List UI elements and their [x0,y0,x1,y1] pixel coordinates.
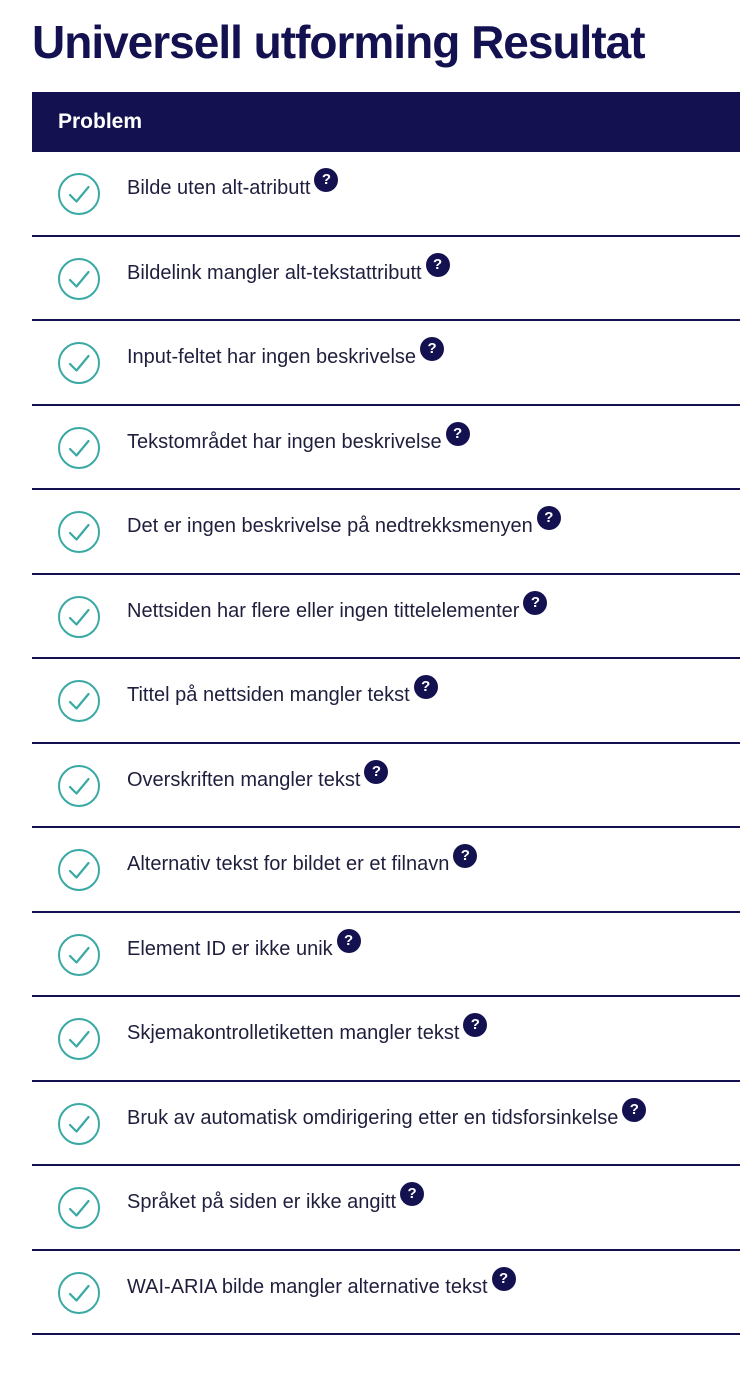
table-row: Skjemakontrolletiketten mangler tekst? [32,997,740,1082]
table-row: WAI-ARIA bilde mangler alternative tekst… [32,1251,740,1335]
problem-label: Tekstområdet har ingen beskrivelse? [127,421,470,456]
check-circle-icon [58,1187,100,1229]
table-row: Språket på siden er ikke angitt? [32,1166,740,1251]
check-circle-icon [58,1102,100,1145]
table-row: Det er ingen beskrivelse på nedtrekksmen… [32,490,740,575]
check-circle-icon [58,933,100,976]
problem-text: Overskriften mangler tekst [127,768,361,791]
table-row: Alternativ tekst for bildet er et filnav… [32,828,740,913]
problem-label: Språket på siden er ikke angitt? [127,1182,425,1216]
problem-label: Tittel på nettsiden mangler tekst? [127,675,438,709]
table-row: Tittel på nettsiden mangler tekst? [32,659,740,744]
problem-label: Skjemakontrolletiketten mangler tekst? [127,1013,488,1047]
table-header: Problem [32,92,740,152]
table-row: Input-feltet har ingen beskrivelse? [32,321,740,406]
problem-label: Bildelink mangler alt-tekstattributt? [127,252,450,287]
problem-label: Overskriften mangler tekst? [127,759,389,794]
help-icon[interactable]: ? [400,1182,425,1206]
check-circle-icon [58,680,100,722]
problem-text: Tekstområdet har ingen beskrivelse [127,430,442,453]
table-body: Bilde uten alt-atributt? Bildelink mangle… [32,152,740,1335]
problem-text: Tittel på nettsiden mangler tekst [127,684,410,706]
problem-text: Alternativ tekst for bildet er et filnav… [127,853,450,875]
check-circle-icon [58,1018,100,1060]
help-icon[interactable]: ? [364,759,389,784]
help-icon[interactable]: ? [314,168,339,192]
help-icon[interactable]: ? [445,421,470,446]
problem-text: Skjemakontrolletiketten mangler tekst [127,1022,460,1044]
help-icon[interactable]: ? [425,252,450,277]
problem-text: Input-feltet har ingen beskrivelse [127,346,417,368]
table-row: Element ID er ikke unik? [32,913,740,997]
help-icon[interactable]: ? [453,844,478,868]
problem-label: Alternativ tekst for bildet er et filnav… [127,844,478,878]
problem-text: Det er ingen beskrivelse på nedtrekksmen… [127,515,533,537]
problem-text: Bildelink mangler alt-tekstattributt [127,261,422,284]
table-row: Overskriften mangler tekst? [32,744,740,828]
problem-label: Bruk av automatisk omdirigering etter en… [127,1097,647,1132]
problem-text: Språket på siden er ikke angitt [127,1191,397,1213]
check-circle-icon [58,342,100,384]
problem-label: Det er ingen beskrivelse på nedtrekksmen… [127,506,561,540]
table-row: Bilde uten alt-atributt? [32,152,740,237]
help-icon[interactable]: ? [523,590,548,615]
check-circle-icon [58,849,100,891]
help-icon[interactable]: ? [491,1266,516,1291]
problem-label: Nettsiden har flere eller ingen tittelel… [127,590,548,625]
table-row: Tekstområdet har ingen beskrivelse? [32,406,740,490]
check-circle-icon [58,257,100,300]
check-circle-icon [58,764,100,807]
problem-text: Bilde uten alt-atributt [127,177,311,199]
check-circle-icon [58,1271,100,1314]
problem-text: Element ID er ikke unik [127,937,333,960]
problem-label: Bilde uten alt-atributt? [127,168,339,202]
problem-text: Bruk av automatisk omdirigering etter en… [127,1106,619,1129]
help-icon[interactable]: ? [420,337,445,361]
help-icon[interactable]: ? [336,928,361,953]
help-icon[interactable]: ? [413,675,438,699]
check-circle-icon [58,426,100,469]
problem-label: Element ID er ikke unik? [127,928,361,963]
table-row: Bildelink mangler alt-tekstattributt? [32,237,740,321]
table-row: Nettsiden har flere eller ingen tittelel… [32,575,740,659]
problem-label: Input-feltet har ingen beskrivelse? [127,337,445,371]
table-row: Bruk av automatisk omdirigering etter en… [32,1082,740,1166]
check-circle-icon [58,595,100,638]
help-icon[interactable]: ? [463,1013,488,1037]
problem-label: WAI-ARIA bilde mangler alternative tekst… [127,1266,516,1301]
check-circle-icon [58,173,100,215]
problem-text: WAI-ARIA bilde mangler alternative tekst [127,1275,488,1298]
page-title: Universell utforming Resultat [32,16,646,68]
help-icon[interactable]: ? [536,506,561,530]
results-table: Problem Bilde uten alt-atributt? Bildelin… [32,92,740,1335]
column-header-problem: Problem [58,110,143,133]
problem-text: Nettsiden har flere eller ingen tittelel… [127,599,520,622]
help-icon[interactable]: ? [622,1097,647,1122]
check-circle-icon [58,511,100,553]
